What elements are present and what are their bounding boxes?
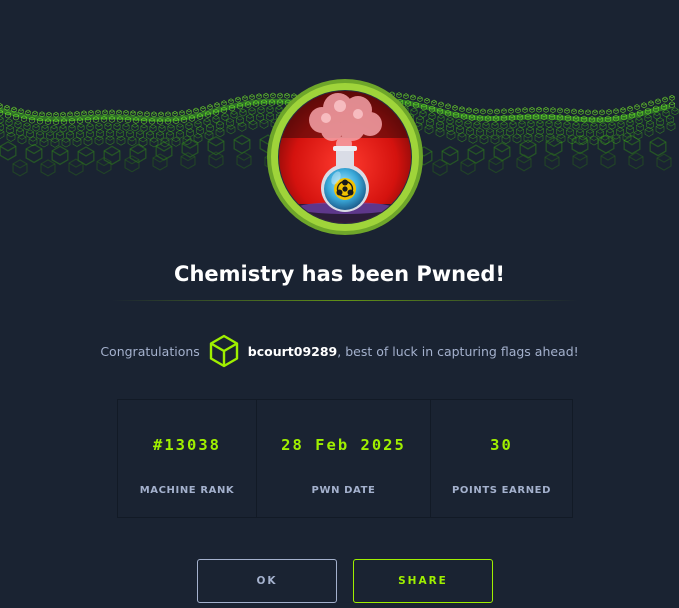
stat-label: POINTS EARNED [452,485,551,496]
congrats-prefix: Congratulations [100,343,200,359]
stat-points-earned: 30 POINTS EARNED [431,400,572,517]
pwned-modal: Chemistry has been Pwned! Congratulation… [0,0,679,608]
flask-biohazard-icon [267,79,423,235]
congrats-suffix: , best of luck in capturing flags ahead! [337,343,579,359]
stat-label: MACHINE RANK [139,485,235,496]
congrats-message: Congratulations bcourt09289 , best of lu… [0,334,679,368]
ok-button[interactable]: OK [197,559,337,603]
stat-label: PWN DATE [311,485,376,496]
stat-value: 30 [490,436,513,454]
share-button[interactable]: SHARE [353,559,493,603]
stat-value: #13038 [153,436,221,454]
title-divider [112,300,578,301]
stat-value: 28 Feb 2025 [281,436,406,454]
username-link[interactable]: bcourt09289 [248,344,337,359]
page-title: Chemistry has been Pwned! [174,262,505,286]
hackthebox-cube-icon [209,334,238,368]
stat-pwn-date: 28 Feb 2025 PWN DATE [257,400,431,517]
stat-machine-rank: #13038 MACHINE RANK [118,400,257,517]
stats-panel: #13038 MACHINE RANK 28 Feb 2025 PWN DATE… [117,399,573,518]
